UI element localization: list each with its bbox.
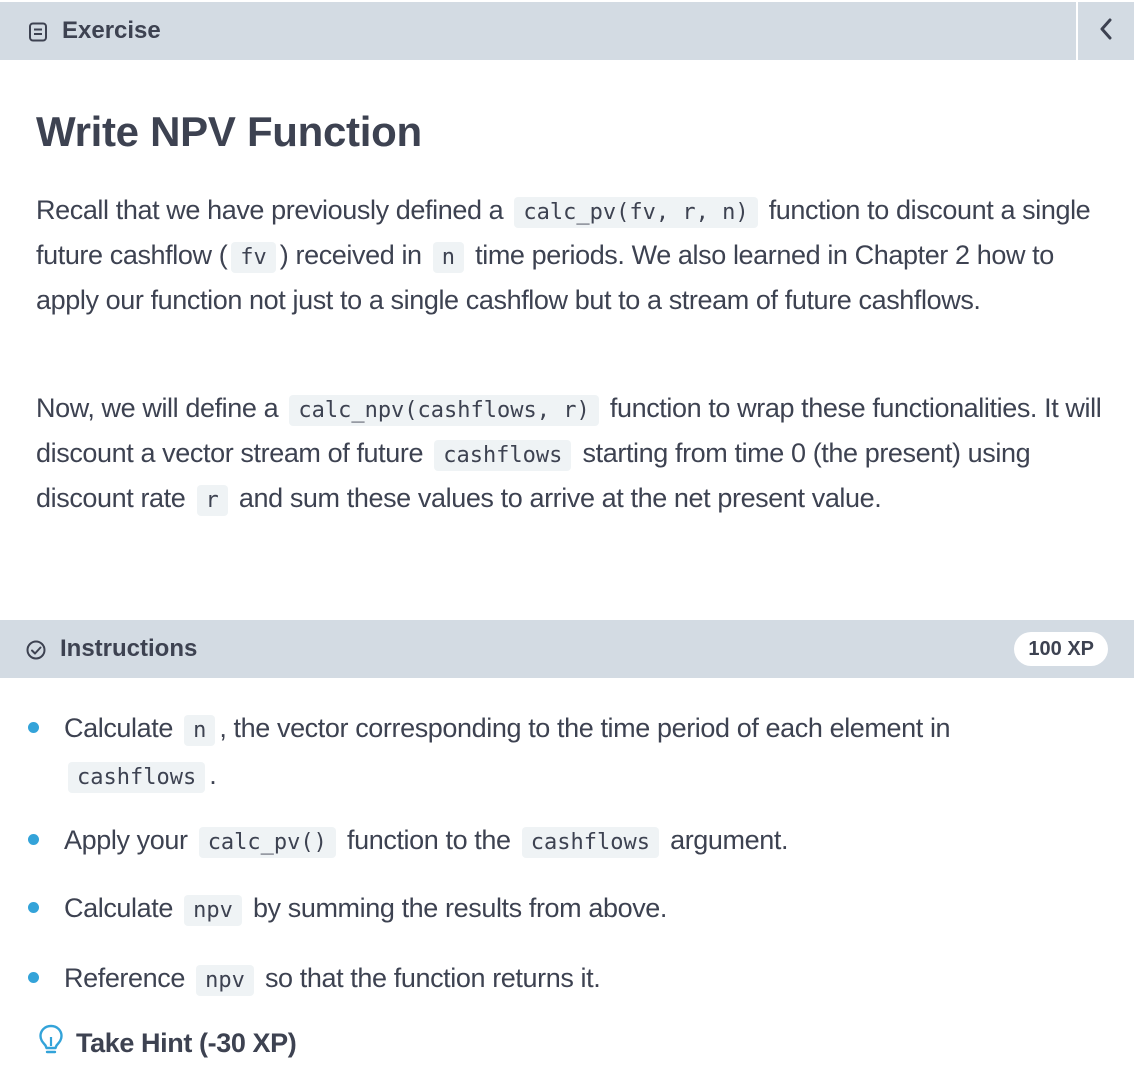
inline-code: cashflows — [434, 440, 572, 471]
inline-code: npv — [196, 965, 254, 996]
inline-code: npv — [184, 895, 242, 926]
instructions-tab: Instructions — [26, 635, 197, 663]
instruction-item: Calculate npv by summing the results fro… — [28, 886, 1104, 933]
description-paragraph-2: Now, we will define a calc_npv(cashflows… — [36, 387, 1106, 522]
instruction-item: Calculate n, the vector corresponding to… — [28, 706, 1104, 800]
text-span: Apply your — [64, 825, 188, 855]
description-paragraph-1: Recall that we have previously defined a… — [36, 189, 1106, 321]
text-span: Reference — [64, 963, 185, 993]
text-span: function to the — [347, 825, 511, 855]
inline-code: n — [184, 715, 216, 746]
text-span: Recall that we have previously defined a — [36, 195, 504, 225]
text-span: Calculate — [64, 713, 173, 743]
text-span: Calculate — [64, 893, 173, 923]
chevron-left-icon — [1099, 18, 1113, 45]
inline-code: calc_pv(fv, r, n) — [514, 197, 758, 228]
inline-code: cashflows — [521, 827, 659, 858]
inline-code: n — [432, 242, 465, 273]
inline-code: r — [196, 485, 228, 516]
text-span: Now, we will define a — [36, 393, 279, 423]
text-span: by summing the results from above. — [252, 893, 668, 923]
instructions-header: Instructions 100 XP — [0, 620, 1134, 678]
document-icon — [28, 21, 48, 42]
text-span: so that the function returns it. — [264, 963, 601, 993]
text-span: argument. — [670, 825, 789, 855]
inline-code: cashflows — [68, 762, 206, 793]
exercise-tab: Exercise — [28, 17, 161, 45]
inline-code: calc_npv(cashflows, r) — [289, 395, 599, 426]
check-circle-icon — [26, 639, 46, 660]
text-span: , the vector corresponding to the time p… — [219, 713, 951, 743]
exercise-header: Exercise — [0, 2, 1134, 60]
inline-code: calc_pv() — [198, 827, 336, 858]
text-span: ) received in — [279, 240, 422, 270]
instruction-item: Apply your calc_pv() function to the cas… — [28, 818, 1104, 865]
hint-label: Take Hint (-30 XP) — [76, 1028, 297, 1058]
inline-code: fv — [231, 242, 276, 273]
take-hint-button[interactable]: Take Hint (-30 XP) — [38, 1024, 297, 1063]
instructions-label: Instructions — [60, 635, 198, 662]
exercise-title: Write NPV Function — [36, 108, 422, 155]
text-span: and sum these values to arrive at the ne… — [238, 483, 882, 513]
instruction-item: Reference npv so that the function retur… — [28, 956, 1104, 1003]
collapse-button[interactable] — [1076, 2, 1134, 60]
xp-badge: 100 XP — [1014, 632, 1108, 666]
lightbulb-icon — [38, 1024, 76, 1063]
text-span: . — [209, 760, 217, 790]
exercise-label: Exercise — [62, 17, 161, 44]
